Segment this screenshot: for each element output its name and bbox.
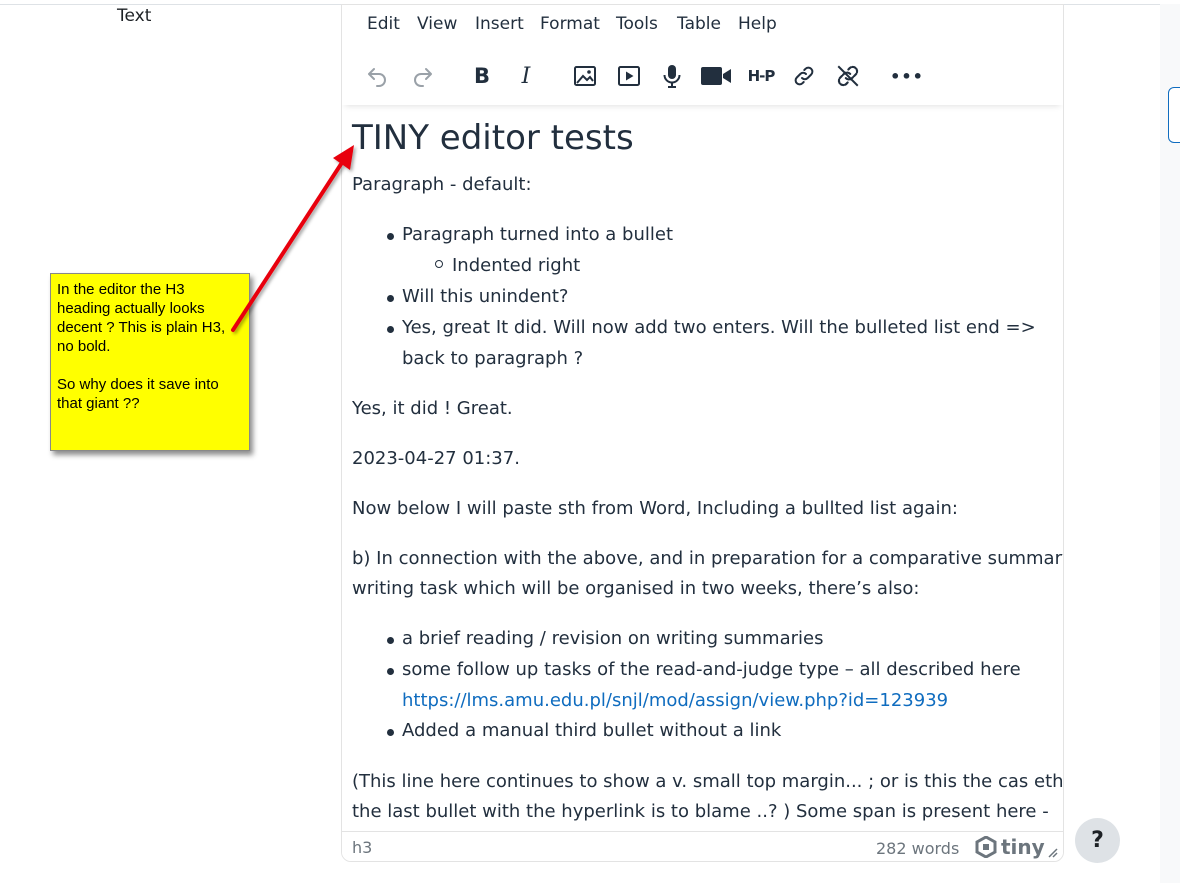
resize-handle-icon[interactable] — [1046, 846, 1058, 858]
more-icon: ••• — [890, 66, 924, 86]
image-icon — [574, 66, 596, 86]
undo-icon — [368, 68, 386, 87]
toolbar: B I H-P ••• — [342, 47, 1063, 105]
paragraph: Paragraph - default: — [352, 174, 532, 195]
italic-button[interactable]: I — [509, 59, 543, 93]
menu-format[interactable]: Format — [540, 14, 600, 34]
paragraph: 2023-04-27 01:37. — [352, 448, 520, 469]
list-item: Added a manual third bullet without a li… — [402, 720, 782, 741]
italic-icon: I — [521, 63, 531, 89]
redo-icon — [414, 68, 432, 87]
menu-view[interactable]: View — [417, 14, 457, 34]
sticky-note-text: In the editor the H3 heading actually lo… — [57, 281, 226, 412]
list-item: Paragraph turned into a bullet — [402, 224, 674, 245]
menubar: Edit View Insert Format Tools Table Help — [342, 5, 1063, 47]
menu-table[interactable]: Table — [677, 14, 721, 34]
paragraph: the last bullet with the hyperlink is to… — [352, 801, 1049, 822]
list-item: some follow up tasks of the read-and-jud… — [402, 659, 1021, 680]
image-button[interactable] — [568, 59, 602, 93]
undo-button[interactable] — [360, 59, 394, 93]
paragraph: writing task which will be organised in … — [352, 578, 920, 599]
bullet-dot — [387, 326, 394, 333]
sticky-note: In the editor the H3 heading actually lo… — [50, 273, 250, 451]
list-item: Indented right — [452, 255, 581, 276]
help-label: ? — [1091, 828, 1104, 853]
content-heading: TINY editor tests — [352, 118, 634, 158]
paragraph: Yes, it did ! Great. — [352, 398, 513, 419]
link-button[interactable] — [787, 59, 821, 93]
unlink-icon — [837, 65, 859, 87]
list-item: a brief reading / revision on writing su… — [402, 628, 824, 649]
record-video-button[interactable] — [699, 59, 733, 93]
tiny-editor: Edit View Insert Format Tools Table Help… — [341, 4, 1064, 862]
unlink-button[interactable] — [831, 59, 865, 93]
h5p-button[interactable]: H-P — [743, 59, 779, 93]
tiny-logo-icon — [975, 836, 997, 858]
menu-tools[interactable]: Tools — [616, 14, 658, 34]
record-audio-button[interactable] — [655, 59, 689, 93]
microphone-icon — [663, 65, 681, 88]
bullet-circle — [435, 260, 443, 268]
more-button[interactable]: ••• — [890, 59, 924, 93]
menu-help[interactable]: Help — [738, 14, 777, 34]
paragraph: b) In connection with the above, and in … — [352, 548, 1063, 569]
field-label: Text — [117, 6, 152, 26]
word-count[interactable]: 282 words — [876, 839, 959, 858]
video-camera-icon — [701, 67, 731, 85]
menu-insert[interactable]: Insert — [475, 14, 524, 34]
menu-edit[interactable]: Edit — [367, 14, 400, 34]
bold-icon: B — [473, 64, 490, 88]
element-path[interactable]: h3 — [352, 838, 372, 857]
drawer-toggle[interactable] — [1168, 87, 1180, 143]
help-button[interactable]: ? — [1075, 818, 1120, 863]
paragraph: Now below I will paste sth from Word, In… — [352, 498, 958, 519]
list-item: Will this unindent? — [402, 286, 569, 307]
paragraph: (This line here continues to show a v. s… — [352, 771, 1063, 792]
bullet-dot — [387, 233, 394, 240]
editor-content[interactable]: TINY editor tests Paragraph - default: P… — [342, 105, 1063, 831]
h5p-icon: H-P — [747, 67, 776, 85]
media-button[interactable] — [612, 59, 646, 93]
statusbar: h3 282 words tiny — [342, 831, 1063, 861]
tiny-brand-text: tiny — [1001, 835, 1045, 859]
media-icon — [618, 66, 640, 86]
tiny-branding[interactable]: tiny — [975, 835, 1045, 859]
list-item-continued: back to paragraph ? — [402, 348, 584, 369]
bullet-dot — [387, 637, 394, 644]
assignment-link[interactable]: https://lms.amu.edu.pl/snjl/mod/assign/v… — [402, 690, 948, 711]
redo-button[interactable] — [406, 59, 440, 93]
bullet-dot — [387, 729, 394, 736]
bullet-dot — [387, 668, 394, 675]
bold-button[interactable]: B — [465, 59, 499, 93]
list-item: Yes, great It did. Will now add two ente… — [402, 317, 1036, 338]
link-icon — [794, 66, 814, 86]
bullet-dot — [387, 295, 394, 302]
